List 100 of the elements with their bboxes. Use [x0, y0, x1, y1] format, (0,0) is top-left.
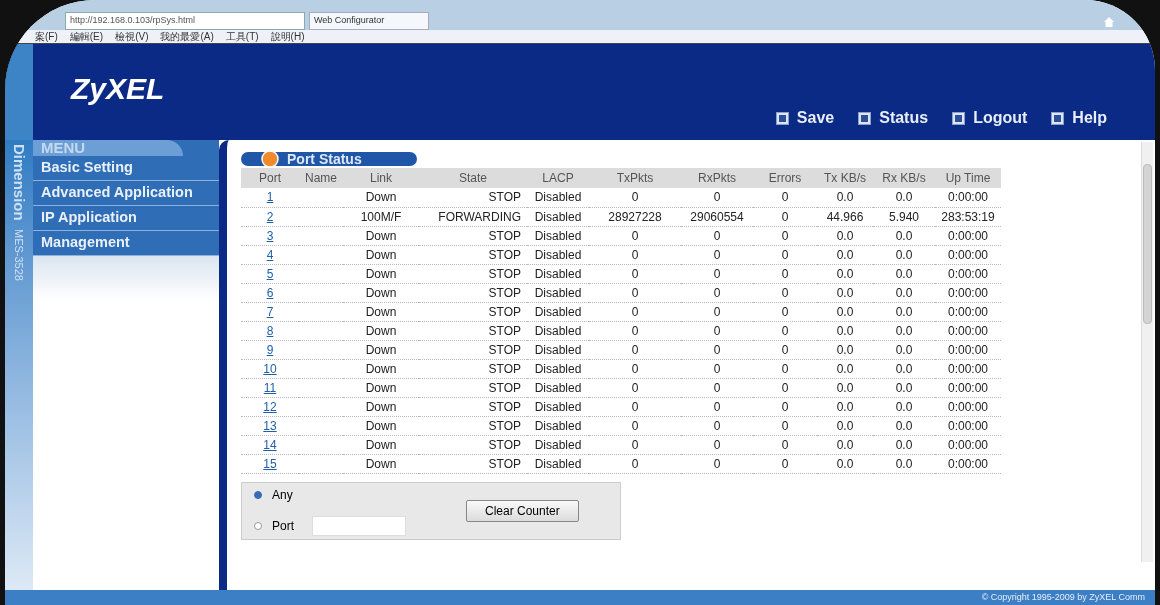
- table-cell: Disabled: [534, 323, 582, 338]
- table-cell: 0.0: [895, 304, 913, 319]
- table-cell: 0.0: [836, 380, 854, 395]
- table-cell: 0: [781, 247, 789, 262]
- browser-menu-item[interactable]: 案(F): [35, 31, 58, 42]
- column-header: Rx KB/s: [873, 168, 935, 188]
- port-link[interactable]: 3: [266, 228, 274, 243]
- table-cell: Disabled: [534, 437, 582, 452]
- table-cell: 0:00:00: [947, 437, 988, 452]
- port-link[interactable]: 14: [263, 437, 277, 452]
- model-number: MES-3528: [12, 228, 27, 281]
- browser-menu-item[interactable]: 編輯(E): [69, 31, 104, 42]
- table-cell: 0: [713, 437, 721, 452]
- port-link[interactable]: 11: [263, 380, 277, 395]
- column-header: TxPkts: [589, 168, 681, 188]
- column-header: Errors: [753, 168, 817, 188]
- browser-menu-item[interactable]: 我的最愛(A): [160, 31, 214, 42]
- table-cell: Disabled: [534, 380, 582, 395]
- table-cell: 0.0: [836, 323, 854, 338]
- column-header: Port: [241, 168, 299, 188]
- table-cell: 0: [631, 285, 639, 300]
- port-link[interactable]: 9: [266, 342, 274, 357]
- port-link[interactable]: 12: [263, 399, 277, 414]
- table-cell: 100M/F: [360, 209, 402, 224]
- table-cell: 0:00:00: [947, 285, 988, 300]
- port-link[interactable]: 13: [263, 418, 277, 433]
- scrollbar[interactable]: [1141, 142, 1153, 562]
- port-link[interactable]: 2: [266, 209, 274, 224]
- table-cell: Down: [365, 418, 397, 433]
- header-link[interactable]: Save: [775, 106, 835, 130]
- table-cell: 0.0: [836, 456, 854, 471]
- radio-label: Any: [272, 486, 293, 504]
- header-link[interactable]: Status: [858, 106, 929, 130]
- table-cell: 0.0: [895, 190, 913, 205]
- table-cell: 0: [631, 437, 639, 452]
- table-cell: Down: [365, 190, 397, 205]
- table-cell: 0: [781, 228, 789, 243]
- table-cell: 0:00:00: [947, 342, 988, 357]
- clear-counter-button[interactable]: Clear Counter: [466, 499, 579, 522]
- table-cell: Disabled: [534, 361, 582, 376]
- table-cell: Down: [365, 247, 397, 262]
- table-cell: Disabled: [534, 209, 582, 224]
- table-cell: 0: [631, 228, 639, 243]
- column-header: Link: [343, 168, 419, 188]
- browser-menu-item[interactable]: 工具(T): [225, 31, 259, 42]
- port-input[interactable]: [312, 515, 406, 536]
- home-icon[interactable]: [1103, 16, 1115, 28]
- table-cell: 0: [781, 190, 789, 205]
- table-cell-text: STOP: [487, 267, 522, 280]
- table-cell: 0: [713, 228, 721, 243]
- table-cell-text: STOP: [487, 286, 522, 299]
- table-cell: 0: [631, 342, 639, 357]
- table-cell: 0: [713, 266, 721, 281]
- table-cell: Disabled: [534, 228, 582, 243]
- table-cell: 0: [713, 304, 721, 319]
- port-link[interactable]: 15: [263, 456, 277, 471]
- table-cell-text: STOP: [487, 248, 522, 261]
- table-cell: 0: [631, 323, 639, 338]
- port-link[interactable]: 5: [266, 266, 274, 281]
- header-link[interactable]: Logout: [952, 106, 1028, 130]
- radio-button[interactable]: [254, 490, 262, 499]
- table-cell: Down: [365, 342, 397, 357]
- table-cell: 0: [781, 209, 789, 224]
- browser-menu-item[interactable]: 說明(H): [270, 31, 305, 42]
- table-cell: 0: [713, 285, 721, 300]
- table-cell-text: STOP: [487, 324, 522, 337]
- port-link[interactable]: 10: [263, 361, 277, 376]
- table-cell: 0.0: [836, 247, 854, 262]
- table-cell: 0.0: [895, 380, 913, 395]
- table-cell: 0.0: [895, 399, 913, 414]
- table-cell: Disabled: [534, 190, 582, 205]
- table-cell: 0:00:00: [947, 304, 988, 319]
- table-cell: 0: [781, 285, 789, 300]
- address-bar[interactable]: http://192.168.0.103/rpSys.html: [65, 12, 305, 30]
- table-cell: Disabled: [534, 247, 582, 262]
- table-cell: 0: [781, 437, 789, 452]
- port-link[interactable]: 6: [266, 285, 274, 300]
- port-link[interactable]: 1: [266, 190, 274, 205]
- table-cell-text: STOP: [487, 305, 522, 318]
- table-cell: Down: [365, 399, 397, 414]
- port-link[interactable]: 7: [266, 304, 274, 319]
- table-cell: 0.0: [836, 399, 854, 414]
- table-cell: 0.0: [836, 342, 854, 357]
- table-cell: 0: [713, 456, 721, 471]
- table-cell: Disabled: [534, 399, 582, 414]
- port-link[interactable]: 8: [266, 323, 274, 338]
- table-cell: Down: [365, 285, 397, 300]
- table-cell: Disabled: [534, 304, 582, 319]
- table-cell: 29060554: [690, 209, 744, 224]
- table-cell: 0: [713, 323, 721, 338]
- table-cell: 0: [713, 190, 721, 205]
- table-cell: Disabled: [534, 266, 582, 281]
- browser-tab[interactable]: Web Configurator: [309, 12, 429, 30]
- header-link[interactable]: Help: [1051, 106, 1107, 130]
- browser-menu-item[interactable]: 檢視(V): [115, 31, 149, 42]
- port-link[interactable]: 4: [266, 247, 274, 262]
- table-cell: 0: [631, 247, 639, 262]
- table-cell: 0.0: [895, 228, 913, 243]
- table-cell-text: STOP: [487, 400, 522, 413]
- radio-button[interactable]: [254, 521, 262, 530]
